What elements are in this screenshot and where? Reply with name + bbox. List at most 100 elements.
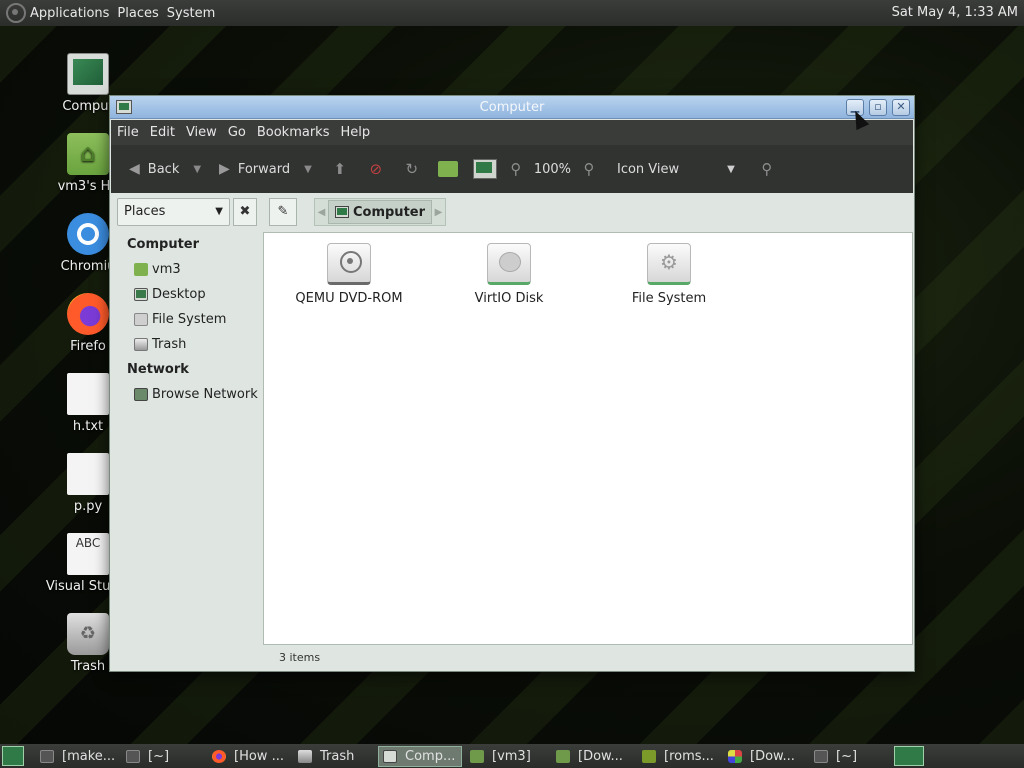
sidebar-item-browse-network[interactable]: Browse Network <box>114 382 260 407</box>
show-desktop-button[interactable] <box>2 746 24 766</box>
toggle-location-entry-button[interactable]: ✎ <box>269 198 297 226</box>
view-mode-select[interactable]: Icon View ▼ <box>617 162 735 177</box>
taskbar-item-label: [~] <box>148 749 170 764</box>
chevron-left-icon[interactable]: ◀ <box>315 207 328 218</box>
chevron-down-icon: ▼ <box>727 163 735 175</box>
menu-bookmarks[interactable]: Bookmarks <box>251 125 335 140</box>
menubar: File Edit View Go Bookmarks Help <box>111 120 913 145</box>
taskbar-item-terminal[interactable]: [~] <box>122 746 206 767</box>
chevron-down-icon[interactable]: ▼ <box>193 164 201 175</box>
chevron-down-icon[interactable]: ▼ <box>304 164 312 175</box>
filesystem-icon <box>647 243 691 285</box>
sidebar-item-file-system[interactable]: File System <box>114 307 260 332</box>
taskbar-item-label: Trash <box>320 749 355 764</box>
computer-icon[interactable] <box>470 155 498 183</box>
close-sidebar-button[interactable]: ✖ <box>233 198 257 226</box>
workspace-switcher[interactable] <box>894 746 924 766</box>
back-button[interactable]: ◀ Back ▼ <box>129 161 201 177</box>
taskbar-item-downloads-2[interactable]: [Dow... <box>724 746 808 767</box>
taskbar-item-label: [Dow... <box>578 749 623 764</box>
sidebar-item-label: Browse Network <box>152 387 258 402</box>
menu-places[interactable]: Places <box>117 6 164 21</box>
sidebar-item-label: vm3 <box>152 262 181 277</box>
book-icon <box>642 750 656 763</box>
search-icon[interactable]: ⚲ <box>753 155 781 183</box>
status-bar: 3 items <box>279 651 321 664</box>
menu-file[interactable]: File <box>111 125 144 140</box>
sidebar-heading-computer: Computer <box>127 237 200 252</box>
sidebar-item-desktop[interactable]: Desktop <box>114 282 260 307</box>
taskbar-item-firefox[interactable]: [How ... <box>208 746 294 767</box>
hard-disk-icon <box>487 243 531 285</box>
forward-button[interactable]: ▶ Forward ▼ <box>219 161 312 177</box>
firefox-icon <box>67 293 109 335</box>
up-icon[interactable]: ⬆ <box>326 155 354 183</box>
view-mode-label: Icon View <box>616 161 680 177</box>
home-folder-icon <box>134 263 148 276</box>
chevron-right-icon[interactable]: ▶ <box>432 207 445 218</box>
top-panel: Applications Places System Sat May 4, 1:… <box>0 0 1024 26</box>
taskbar-item-label: [roms... <box>664 749 714 764</box>
desktop-icon <box>134 288 148 301</box>
drive-icon <box>134 313 148 326</box>
taskbar-item-label: [make... <box>62 749 116 764</box>
sidebar-item-trash[interactable]: Trash <box>114 332 260 357</box>
terminal-icon <box>40 750 54 763</box>
sidebar-item-label: Desktop <box>152 287 206 302</box>
menu-applications[interactable]: Applications <box>30 6 115 21</box>
menu-help[interactable]: Help <box>334 125 375 140</box>
trash-icon <box>67 613 109 655</box>
arrow-left-icon: ◀ <box>129 161 140 177</box>
sidebar-heading-network: Network <box>127 362 189 377</box>
stop-icon[interactable]: ⊘ <box>362 155 390 183</box>
sidebar-pane-select[interactable]: Places ▼ <box>117 198 230 226</box>
file-item-label: QEMU DVD-ROM <box>295 291 403 306</box>
file-item-file-system[interactable]: File System <box>599 233 739 306</box>
firefox-icon <box>212 750 226 763</box>
reload-icon[interactable]: ↻ <box>398 155 426 183</box>
trash-icon <box>298 750 312 763</box>
folder-icon <box>470 750 484 763</box>
forward-label: Forward <box>237 161 291 177</box>
menu-go[interactable]: Go <box>222 125 251 140</box>
close-button[interactable]: ✕ <box>892 99 910 116</box>
network-icon <box>134 388 148 401</box>
taskbar-item-label: Comp... <box>405 749 456 764</box>
places-sidebar: Computer vm3 Desktop File System Trash N… <box>114 232 260 668</box>
taskbar-item-trash[interactable]: Trash <box>294 746 378 767</box>
file-item-label: VirtIO Disk <box>474 291 544 306</box>
taskbar-item-roms[interactable]: [roms... <box>638 746 722 767</box>
chromium-icon <box>67 213 109 255</box>
file-view[interactable]: QEMU DVD-ROM VirtIO Disk File System <box>263 232 913 645</box>
menu-edit[interactable]: Edit <box>144 125 180 140</box>
home-icon[interactable] <box>434 155 462 183</box>
optical-drive-icon <box>327 243 371 285</box>
file-item-qemu-dvd-rom[interactable]: QEMU DVD-ROM <box>279 233 419 306</box>
distro-logo-icon[interactable] <box>6 3 26 23</box>
zoom-in-icon[interactable]: ⚲ <box>575 155 603 183</box>
taskbar-item-terminal-2[interactable]: [~] <box>810 746 884 767</box>
bottom-taskbar: [make... [~] [How ... Trash Comp... [vm3… <box>0 744 1024 768</box>
window-titlebar[interactable]: Computer ▁ ▫ ✕ <box>110 96 914 119</box>
trash-icon <box>134 338 148 351</box>
pencil-icon: ✎ <box>277 204 289 219</box>
file-item-virtio-disk[interactable]: VirtIO Disk <box>439 233 579 306</box>
zoom-out-icon[interactable]: ⚲ <box>502 155 530 183</box>
taskbar-item-computer[interactable]: Comp... <box>378 746 462 767</box>
computer-icon <box>334 206 349 218</box>
maximize-button[interactable]: ▫ <box>869 99 887 116</box>
menu-view[interactable]: View <box>180 125 222 140</box>
breadcrumb-computer[interactable]: Computer <box>327 200 433 224</box>
file-item-label: File System <box>631 291 707 306</box>
back-label: Back <box>147 161 180 177</box>
taskbar-item-make[interactable]: [make... <box>36 746 122 767</box>
panel-clock[interactable]: Sat May 4, 1:33 AM <box>892 5 1018 20</box>
menu-system[interactable]: System <box>167 6 221 21</box>
chevron-down-icon: ▼ <box>215 206 223 217</box>
computer-icon <box>383 750 397 763</box>
taskbar-item-vm3[interactable]: [vm3] <box>466 746 550 767</box>
sidebar-item-vm3[interactable]: vm3 <box>114 257 260 282</box>
home-folder-icon <box>67 133 109 175</box>
taskbar-item-downloads[interactable]: [Dow... <box>552 746 636 767</box>
close-icon: ✖ <box>239 204 251 219</box>
